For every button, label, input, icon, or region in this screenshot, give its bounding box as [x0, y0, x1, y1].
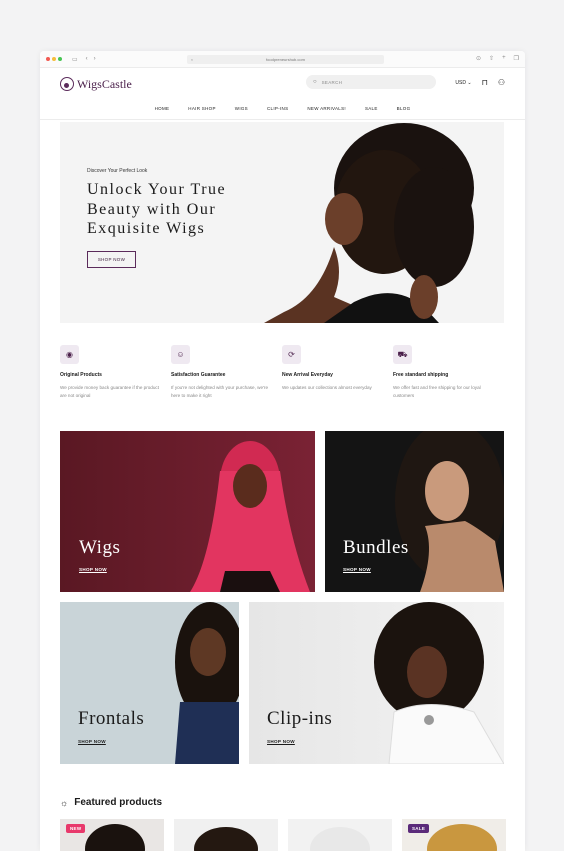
category-card-frontals[interactable]: Frontals SHOP NOW — [60, 602, 239, 764]
feature-satisfaction: ☺ Satisfaction Guarantee If you're not d… — [171, 345, 282, 400]
category-shop-now-link[interactable]: SHOP NOW — [79, 567, 107, 572]
logo[interactable]: WigsCastle — [60, 77, 132, 92]
nav-item-blog[interactable]: BLOG — [397, 106, 411, 111]
product-image — [310, 827, 370, 851]
maximize-window-button[interactable] — [58, 57, 62, 61]
product-card[interactable] — [288, 819, 392, 851]
nav-item-sale[interactable]: SALE — [365, 106, 378, 111]
site-header: WigsCastle ○ SEARCH USD ⌄ ⊓ ⚇ — [40, 68, 525, 100]
share-icon[interactable]: ⇧ — [489, 55, 494, 62]
nav-item-new-arrivals[interactable]: NEW ARRIVALS! — [307, 106, 346, 111]
product-card[interactable]: SALE — [402, 819, 506, 851]
search-icon: ○ — [313, 79, 317, 85]
url-text: foodpreneurshub.com — [266, 57, 305, 62]
new-tab-icon[interactable]: + — [502, 55, 506, 62]
features-row: ◉ Original Products We provide money bac… — [60, 345, 504, 400]
shield-icon: ◐ — [191, 57, 194, 62]
logo-mark-icon — [60, 77, 74, 91]
feature-new-arrival: ⟳ New Arrival Everyday We updates our co… — [282, 345, 393, 400]
refresh-icon: ⟳ — [282, 345, 301, 364]
category-card-wigs[interactable]: Wigs SHOP NOW — [60, 431, 315, 592]
currency-select[interactable]: USD ⌄ — [455, 80, 471, 86]
browser-window: ▭ ‹ › ◐ foodpreneurshub.com ⊙ ⇧ + ❐ Wigs… — [40, 51, 525, 851]
feature-free-shipping: ⛟ Free standard shipping We offer fast a… — [393, 345, 504, 400]
hero-shop-now-button[interactable]: SHOP NOW — [87, 251, 136, 268]
sun-icon: ☼ — [60, 797, 69, 808]
cart-icon[interactable]: ⊓ — [482, 78, 488, 87]
category-card-clip-ins[interactable]: Clip-ins SHOP NOW — [249, 602, 504, 764]
hero-banner: Discover Your Perfect Look Unlock Your T… — [60, 122, 504, 323]
category-card-bundles[interactable]: Bundles SHOP NOW — [325, 431, 504, 592]
feature-title: New Arrival Everyday — [282, 372, 333, 378]
featured-products-title: Featured products — [74, 797, 163, 808]
chevron-down-icon: ⌄ — [467, 79, 472, 86]
feature-title: Original Products — [60, 372, 102, 378]
feature-desc: We updates our collections almost everyd… — [282, 385, 372, 390]
sale-badge: SALE — [408, 824, 430, 833]
close-window-button[interactable] — [46, 57, 50, 61]
category-shop-now-link[interactable]: SHOP NOW — [267, 739, 295, 744]
feature-original-products: ◉ Original Products We provide money bac… — [60, 345, 171, 400]
nav-item-clip-ins[interactable]: CLIP-INS — [267, 106, 288, 111]
forward-icon[interactable]: › — [94, 56, 96, 62]
hero-title: Unlock Your True Beauty with Our Exquisi… — [87, 181, 227, 237]
check-circle-icon: ◉ — [60, 345, 79, 364]
search-placeholder: SEARCH — [321, 79, 343, 85]
product-card[interactable] — [174, 819, 278, 851]
feature-desc: We provide money back guarantee if the p… — [60, 385, 159, 398]
new-badge: NEW — [66, 824, 86, 833]
main-nav: HOME HAIR SHOP WIGS CLIP-INS NEW ARRIVAL… — [40, 100, 525, 120]
user-icon[interactable]: ⚇ — [498, 78, 505, 87]
category-title: Bundles — [343, 537, 409, 558]
featured-products-header: ☼ Featured products — [60, 797, 162, 808]
feature-title: Free standard shipping — [393, 372, 449, 378]
category-title: Wigs — [79, 537, 121, 558]
category-shop-now-link[interactable]: SHOP NOW — [343, 567, 371, 572]
logo-text: WigsCastle — [77, 76, 132, 91]
feature-desc: If you're not delighted with your purcha… — [171, 385, 269, 398]
back-icon[interactable]: ‹ — [86, 56, 88, 62]
product-card[interactable]: NEW — [60, 819, 164, 851]
sidebar-toggle-icon[interactable]: ▭ — [72, 56, 78, 63]
category-title: Frontals — [78, 708, 145, 729]
nav-item-wigs[interactable]: WIGS — [235, 106, 248, 111]
browser-toolbar: ▭ ‹ › ◐ foodpreneurshub.com ⊙ ⇧ + ❐ — [40, 51, 525, 68]
feature-title: Satisfaction Guarantee — [171, 372, 226, 378]
hero-subtitle: Discover Your Perfect Look — [87, 168, 148, 174]
category-shop-now-link[interactable]: SHOP NOW — [78, 739, 106, 744]
smile-icon: ☺ — [171, 345, 190, 364]
tabs-overview-icon[interactable]: ❐ — [514, 55, 519, 62]
truck-icon: ⛟ — [393, 345, 412, 364]
hero-model-image — [264, 122, 504, 323]
search-input[interactable]: ○ SEARCH — [306, 75, 436, 89]
minimize-window-button[interactable] — [52, 57, 56, 61]
category-title: Clip-ins — [267, 708, 333, 729]
product-image — [194, 827, 258, 851]
nav-item-hair-shop[interactable]: HAIR SHOP — [188, 106, 215, 111]
nav-item-home[interactable]: HOME — [155, 106, 170, 111]
address-bar[interactable]: ◐ foodpreneurshub.com — [187, 55, 384, 64]
download-icon[interactable]: ⊙ — [476, 55, 481, 62]
feature-desc: We offer fast and free shipping for our … — [393, 385, 481, 398]
